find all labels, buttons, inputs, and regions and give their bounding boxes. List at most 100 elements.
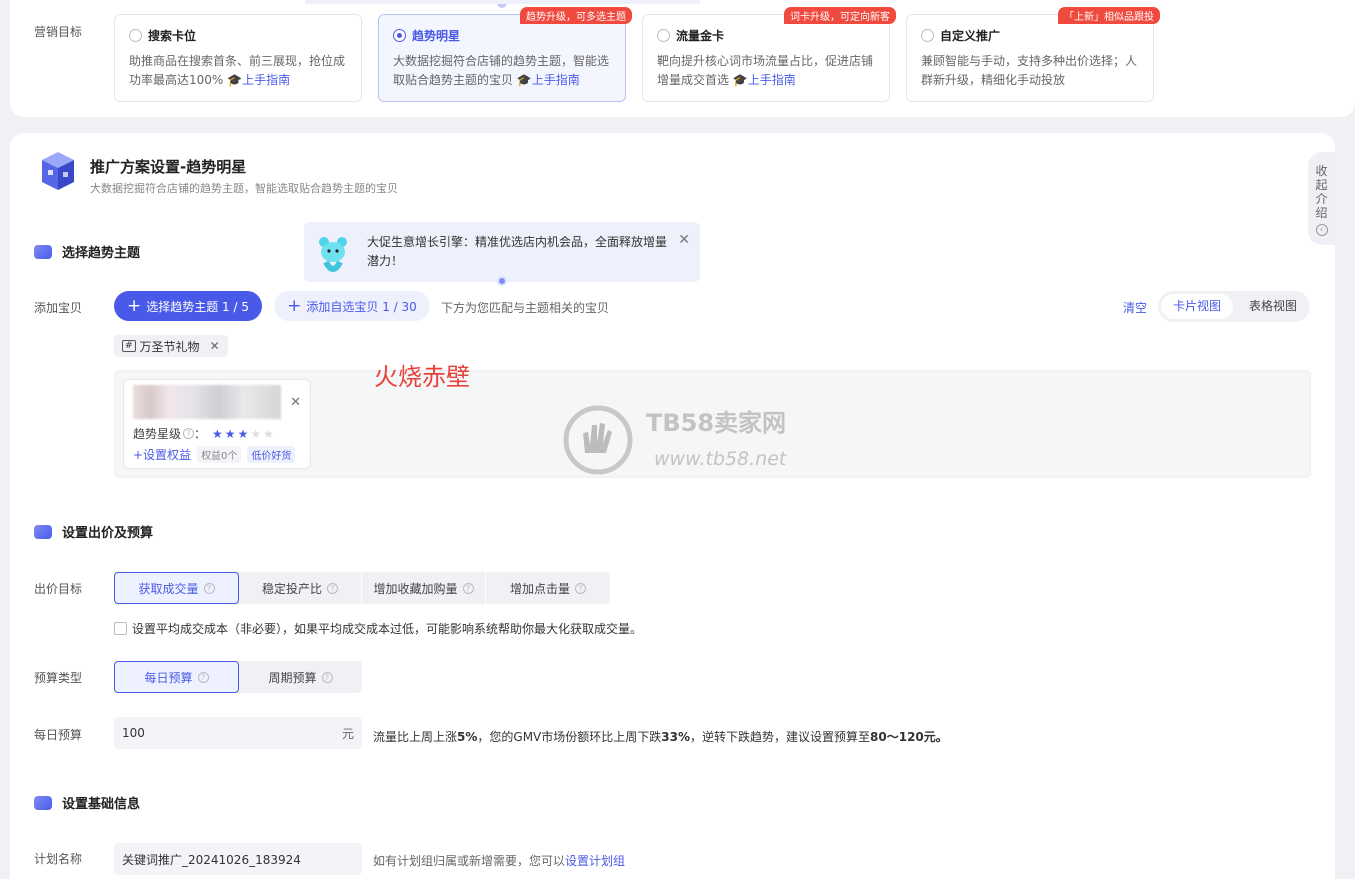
section-icon (34, 524, 52, 539)
collapse-intro-label: 收起介绍 (1315, 164, 1328, 220)
avg-cost-checkbox[interactable] (114, 622, 127, 635)
product-image-blurred (133, 385, 281, 419)
hashtag-icon: # (122, 340, 136, 352)
goal-tag-flow: 词卡升级，可定向新客 (784, 7, 896, 24)
table-view-tab[interactable]: 表格视图 (1238, 294, 1308, 319)
bid-target-option[interactable]: 增加点击量? (486, 572, 610, 604)
goal-tag-trend: 趋势升级，可多选主题 (520, 7, 632, 24)
help-icon: ? (321, 671, 333, 683)
budget-advice: 流量比上周上涨5%，您的GMV市场份额环比上周下跌33%，逆转下跌趋势，建议设置… (373, 730, 948, 744)
watermark-url: www.tb58.net (654, 448, 787, 470)
goal-card-search[interactable]: 搜索卡位 助推商品在搜索首条、前三展现，抢位成功率最高达100% 🎓上手指南 (114, 14, 362, 102)
collapse-intro-tab[interactable]: 收起介绍 ‹ (1308, 152, 1335, 245)
product-card[interactable]: ✕ 趋势星级?： ★★★★★ +设置权益 权益0个 低价好货 (123, 379, 311, 469)
radio-flow[interactable] (657, 29, 670, 42)
add-self-item-button[interactable]: + 添加自选宝贝 1 / 30 (274, 291, 430, 321)
goal-card-custom[interactable]: 自定义推广 兼顾智能与手动，支持多种出价选择；人群新升级，精细化手动投放 (906, 14, 1154, 102)
daily-budget-label: 每日预算 (34, 728, 83, 742)
plus-icon: + (126, 296, 142, 316)
help-icon: ? (327, 582, 338, 594)
budget-type-option[interactable]: 每日预算? (114, 661, 239, 693)
chip-close-icon[interactable]: ✕ (210, 339, 220, 353)
set-benefit-link[interactable]: +设置权益 (133, 446, 191, 463)
goal-title: 趋势明星 (412, 29, 461, 43)
avg-cost-row: 设置平均成交成本（非必要），如果平均成交成本过低，可能影响系统帮助你最大化获取成… (114, 620, 642, 637)
goal-card-flow[interactable]: 流量金卡 靶向提升核心词市场流量占比，促进店铺增量成交首选 🎓上手指南 (642, 14, 890, 102)
graduation-cap-icon: 🎓 (516, 73, 532, 87)
daily-budget-value: 100 (122, 726, 145, 740)
promo-tooltip-text: 大促生意增长引擎：精准优选店内机会品，全面释放增量潜力！ (367, 235, 668, 268)
guide-link[interactable]: 🎓上手指南 (227, 73, 290, 87)
goal-title: 流量金卡 (676, 29, 725, 43)
section-bid-budget: 设置出价及预算 (34, 522, 153, 541)
goal-card-trend[interactable]: 趋势明星 大数据挖掘符合店铺的趋势主题，智能选取贴合趋势主题的宝贝 🎓上手指南 (378, 14, 626, 102)
select-trend-button[interactable]: + 选择趋势主题 1 / 5 (114, 291, 262, 321)
bid-target-option[interactable]: 稳定投产比? (239, 572, 362, 604)
section-basic-info: 设置基础信息 (34, 793, 140, 812)
plan-name-input[interactable]: 关键词推广_20241026_183924 (114, 843, 362, 875)
help-icon: ? (203, 582, 215, 594)
view-switch: 卡片视图 表格视图 (1158, 291, 1310, 322)
marketing-goal-label: 营销目标 (34, 25, 83, 39)
budget-type-label: 预算类型 (34, 671, 83, 685)
radio-search[interactable] (129, 29, 142, 42)
goal-desc: 兼顾智能与手动，支持多种出价选择；人群新升级，精细化手动投放 (921, 54, 1138, 87)
benefit-count: 权益0个 (197, 446, 242, 463)
plan-title: 推广方案设置-趋势明星 (90, 158, 247, 176)
card-view-tab[interactable]: 卡片视图 (1161, 294, 1233, 319)
star-filled-icon: ★ (212, 426, 225, 441)
watermark-brand: TB58卖家网 (646, 409, 787, 437)
product-close-icon[interactable]: ✕ (290, 395, 301, 410)
bid-target-option[interactable]: 获取成交量? (114, 572, 239, 604)
close-icon[interactable]: ✕ (678, 232, 690, 248)
star-empty-icon: ★ (263, 426, 276, 441)
section-icon (34, 244, 52, 259)
star-empty-icon: ★ (250, 426, 264, 441)
benefit-row: +设置权益 权益0个 低价好货 (133, 446, 296, 463)
help-icon: ? (183, 428, 195, 439)
section-icon (34, 795, 52, 810)
graduation-cap-icon: 🎓 (732, 73, 748, 87)
set-plan-group-link[interactable]: 设置计划组 (565, 854, 625, 868)
tooltip-pointer-dot (497, 276, 507, 286)
mascot-icon (316, 236, 350, 282)
red-watermark: 火烧赤壁 (374, 363, 470, 391)
top-tooltip-edge (305, 0, 700, 4)
radio-custom[interactable] (921, 29, 934, 42)
match-hint: 下方为您匹配与主题相关的宝贝 (441, 301, 610, 315)
budget-type-segment: 每日预算? 周期预算? (114, 661, 362, 693)
star-filled-icon: ★ (237, 426, 251, 441)
theme-chip[interactable]: # 万圣节礼物 ✕ (114, 335, 228, 357)
chevron-left-icon: ‹ (1315, 224, 1328, 236)
plan-subtitle: 大数据挖掘符合店铺的趋势主题，智能选取贴合趋势主题的宝贝 (90, 182, 398, 195)
plan-name-value: 关键词推广_20241026_183924 (122, 852, 301, 867)
goal-title: 搜索卡位 (148, 29, 197, 43)
promo-tooltip: 大促生意增长引擎：精准优选店内机会品，全面释放增量潜力！ ✕ (304, 222, 700, 282)
goal-title: 自定义推广 (940, 29, 1001, 43)
graduation-cap-icon: 🎓 (227, 73, 243, 87)
bid-target-segment: 获取成交量? 稳定投产比? 增加收藏加购量? 增加点击量? (114, 572, 610, 604)
unit-label: 元 (341, 726, 354, 741)
budget-type-option[interactable]: 周期预算? (239, 661, 362, 693)
low-price-badge: 低价好货 (247, 446, 296, 463)
bid-target-option[interactable]: 增加收藏加购量? (362, 572, 486, 604)
daily-budget-input[interactable]: 100 元 (114, 717, 362, 749)
goal-tag-custom: 「上新」相似品跟投 (1058, 7, 1160, 24)
help-icon: ? (197, 671, 209, 683)
radio-trend[interactable] (393, 29, 406, 42)
clear-link[interactable]: 清空 (1123, 299, 1147, 316)
guide-link[interactable]: 🎓上手指南 (733, 73, 796, 87)
plan-name-label: 计划名称 (34, 852, 83, 866)
trend-star-row: 趋势星级?： ★★★★★ (133, 426, 276, 442)
plan-logo-icon (38, 150, 78, 196)
help-icon: ? (575, 582, 586, 594)
watermark-logo-icon (563, 405, 633, 475)
help-icon: ? (462, 582, 474, 594)
section-select-trend: 选择趋势主题 (34, 242, 140, 261)
plus-icon: + (287, 296, 302, 316)
plan-group-hint: 如有计划组归属或新增需要，您可以设置计划组 (373, 854, 626, 868)
guide-link[interactable]: 🎓上手指南 (517, 73, 580, 87)
bid-target-label: 出价目标 (34, 582, 83, 596)
star-filled-icon: ★ (224, 426, 238, 441)
star-rating: ★★★★★ (212, 427, 276, 441)
